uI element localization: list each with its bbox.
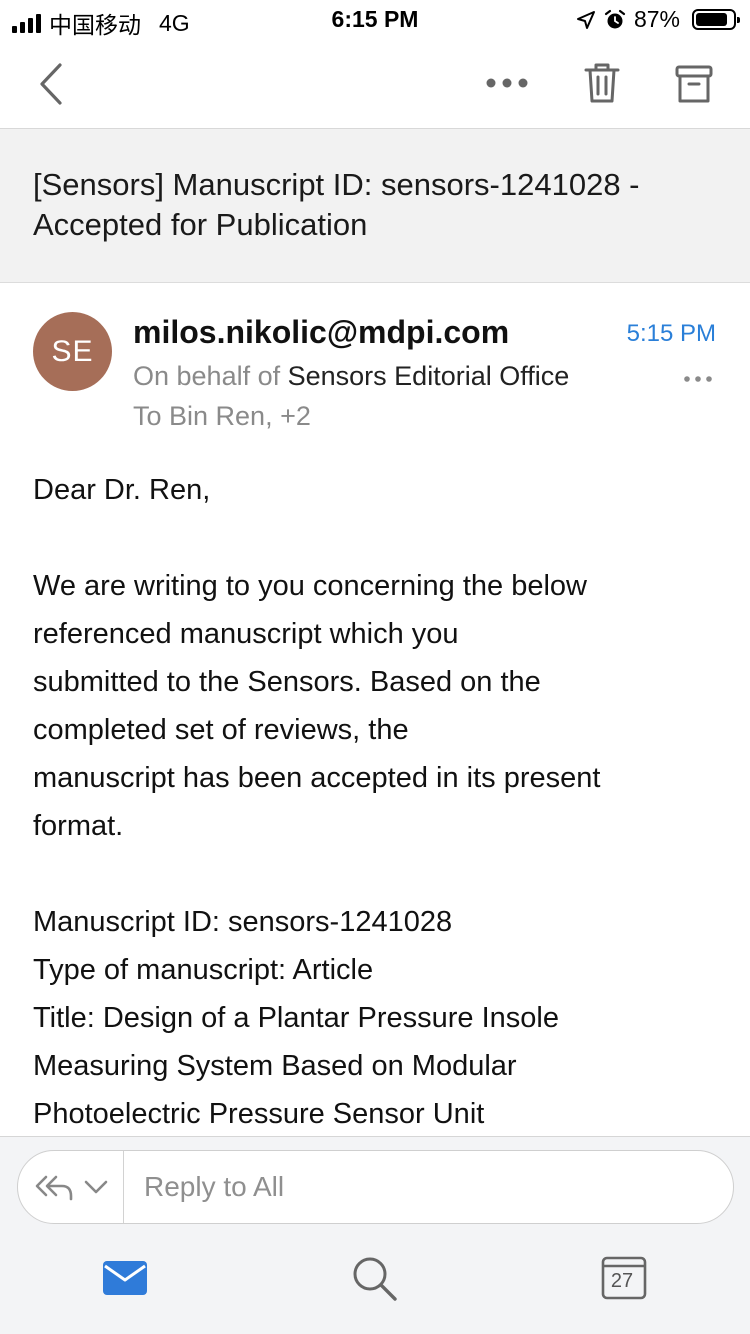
body-line: referenced manuscript which you [33, 618, 459, 650]
detail-line: Measuring System Based on Modular [33, 1050, 517, 1082]
body-line: manuscript has been accepted in its pres… [33, 762, 601, 794]
chevron-down-icon [84, 1180, 107, 1194]
status-right: 87% [576, 6, 740, 33]
on-behalf-name: Sensors Editorial Office [287, 361, 570, 391]
recipients-line[interactable]: To Bin Ren, +2 [133, 401, 311, 432]
archive-icon [675, 65, 713, 103]
bottom-panel: Reply to All 27 [0, 1136, 750, 1334]
email-screen: 中国移动 4G 6:15 PM 87% [Sensors] Manuscript… [0, 0, 750, 1334]
battery-percent: 87% [633, 6, 680, 32]
back-button[interactable] [28, 60, 72, 108]
body-line: completed set of reviews, the [33, 714, 409, 746]
archive-button[interactable] [670, 60, 718, 108]
detail-line: Manuscript ID: sensors-1241028 [33, 906, 453, 938]
location-arrow-icon [576, 10, 595, 29]
email-body: Dear Dr. Ren, We are writing to you conc… [33, 466, 723, 1138]
on-behalf-line: On behalf of Sensors Editorial Office [133, 361, 569, 392]
delete-button[interactable] [578, 58, 626, 108]
tab-search[interactable] [349, 1253, 399, 1303]
body-line: submitted to the Sensors. Based on the [33, 666, 541, 698]
reply-all-icon [35, 1175, 72, 1201]
calendar-icon: 27 [601, 1256, 647, 1300]
search-icon [353, 1257, 397, 1301]
reply-input[interactable]: Reply to All [144, 1151, 284, 1223]
tab-mail[interactable] [100, 1253, 150, 1303]
detail-line: Type of manuscript: Article [33, 954, 374, 986]
status-bar: 中国移动 4G 6:15 PM 87% [0, 0, 750, 40]
tab-calendar[interactable]: 27 [600, 1253, 648, 1303]
email-time: 5:15 PM [626, 320, 716, 347]
detail-line: Title: Design of a Plantar Pressure Inso… [33, 1002, 560, 1034]
body-line: format. [33, 810, 124, 842]
message-details-button[interactable] [683, 372, 713, 384]
message-toolbar [0, 40, 750, 129]
tab-bar: 27 [0, 1237, 750, 1334]
alarm-clock-icon [604, 9, 626, 28]
body-line: We are writing to you concerning the bel… [33, 570, 587, 602]
reply-bar: Reply to All [17, 1150, 734, 1224]
sender-email[interactable]: milos.nikolic@mdpi.com [133, 314, 509, 351]
mail-icon [103, 1261, 147, 1295]
more-options-button[interactable] [480, 68, 534, 98]
sender-avatar[interactable]: SE [33, 312, 112, 391]
ellipsis-icon [684, 376, 712, 382]
trash-icon [584, 63, 620, 103]
detail-line: Photoelectric Pressure Sensor Unit [33, 1098, 485, 1130]
subject-header: [Sensors] Manuscript ID: sensors-1241028… [0, 129, 750, 283]
battery-icon [692, 9, 740, 30]
email-subject: [Sensors] Manuscript ID: sensors-1241028… [33, 167, 640, 242]
greeting: Dear Dr. Ren, [33, 474, 211, 506]
calendar-day: 27 [610, 1270, 634, 1292]
ellipsis-icon [486, 78, 528, 88]
chevron-left-icon [40, 63, 62, 105]
on-behalf-prefix: On behalf of [133, 361, 281, 391]
battery-fill [696, 13, 727, 26]
reply-options-button[interactable] [18, 1151, 124, 1223]
